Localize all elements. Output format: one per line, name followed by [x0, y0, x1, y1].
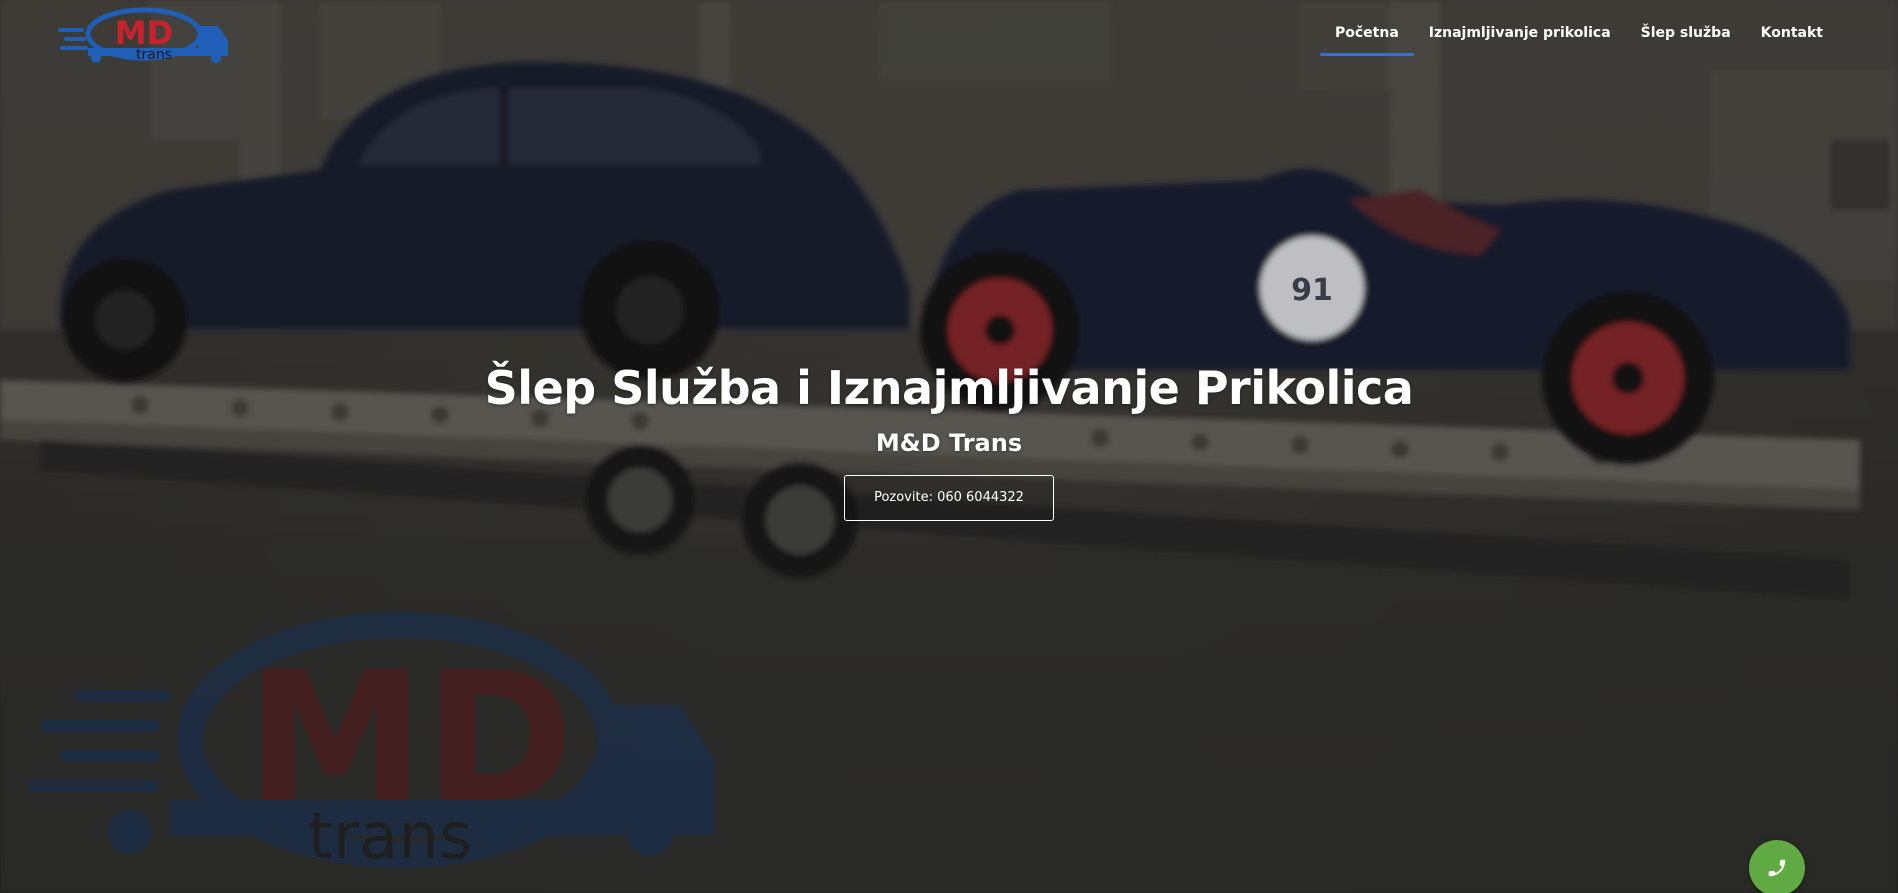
nav-item-pocetna[interactable]: Početna	[1319, 0, 1414, 56]
hero-content: Šlep Služba i Iznajmljivanje Prikolica M…	[0, 358, 1898, 521]
hero-subtitle: M&D Trans	[875, 429, 1023, 457]
nav-item-iznajmljivanje-prikolica[interactable]: Iznajmljivanje prikolica	[1414, 0, 1626, 56]
call-button[interactable]: Pozovite: 060 6044322	[844, 475, 1054, 521]
phone-icon	[1768, 859, 1786, 877]
floating-call-button[interactable]	[1749, 840, 1805, 893]
nav-item-kontakt[interactable]: Kontakt	[1746, 0, 1838, 56]
nav-item-slep-sluzba[interactable]: Šlep služba	[1626, 0, 1746, 56]
logo-sub: trans	[136, 47, 172, 63]
hero-section: 91 MD trans MD trans Početna Iznajmljiva…	[0, 0, 1898, 893]
site-logo[interactable]: MD trans	[58, 4, 238, 64]
hero-title: Šlep Služba i Iznajmljivanje Prikolica	[484, 361, 1414, 415]
site-header: MD trans Početna Iznajmljivanje prikolic…	[0, 0, 1898, 66]
main-nav: Početna Iznajmljivanje prikolica Šlep sl…	[1319, 0, 1838, 56]
